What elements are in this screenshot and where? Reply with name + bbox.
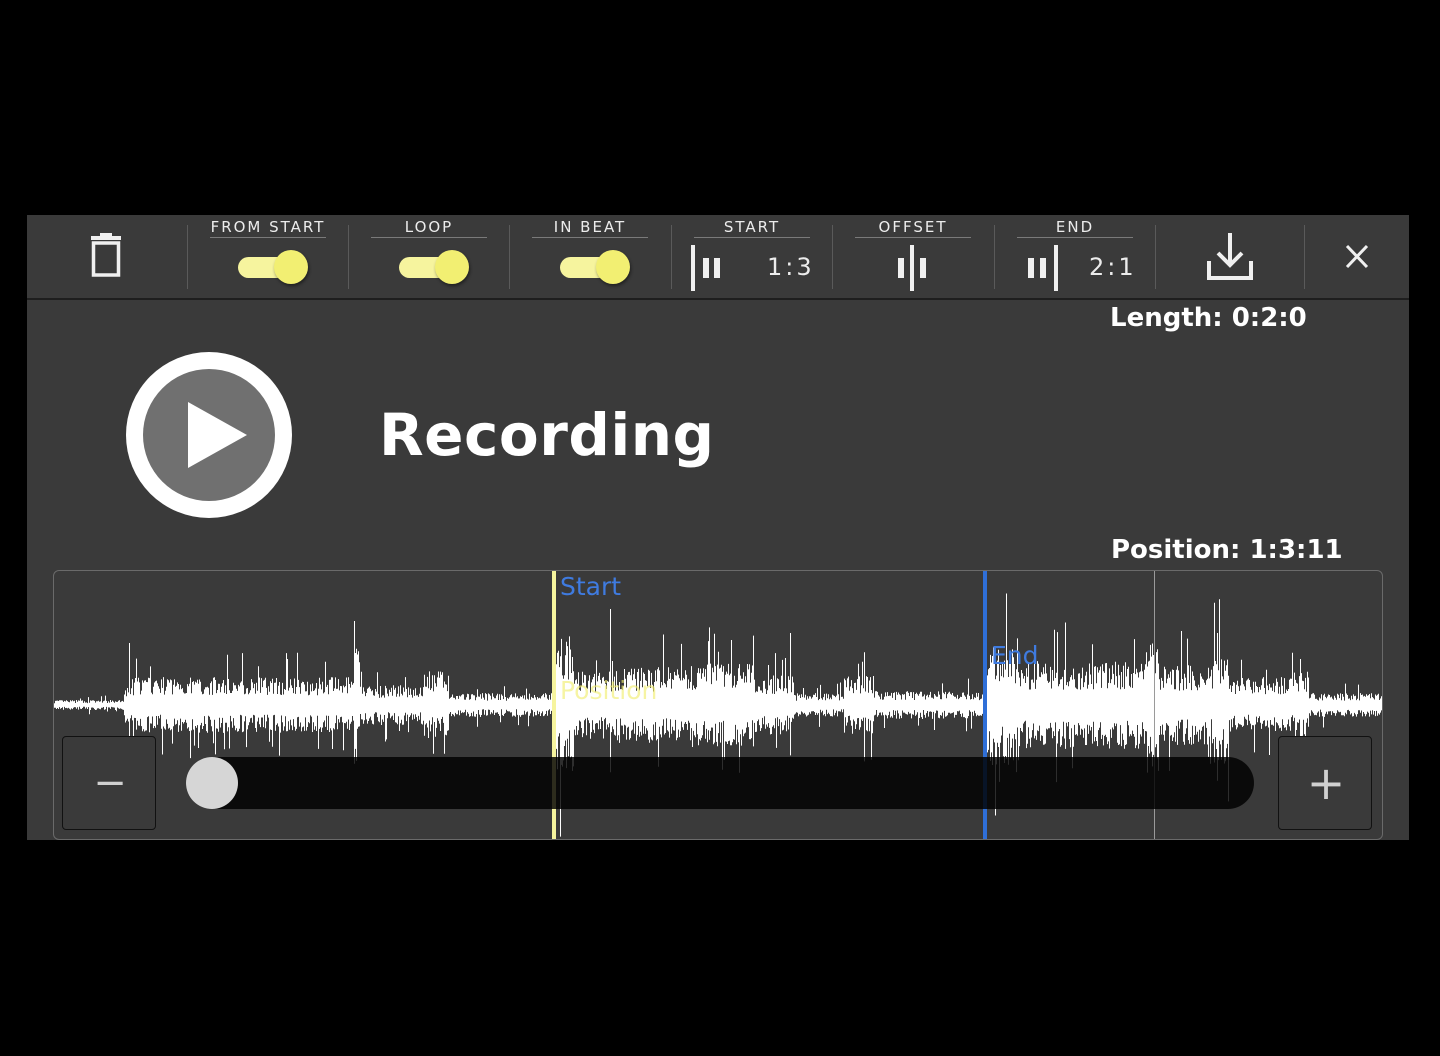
download-button[interactable]: [1190, 215, 1270, 298]
scrollbar-thumb[interactable]: [186, 757, 238, 809]
from-start-label: FROM START: [210, 218, 326, 236]
toggle-knob: [596, 250, 630, 284]
offset-label: OFFSET: [878, 218, 948, 236]
toolbar-separator: [1155, 225, 1156, 289]
start-control[interactable]: START 1:3: [672, 215, 832, 298]
zoom-out-button[interactable]: −: [62, 736, 156, 830]
waveform-baseline: [54, 703, 1382, 707]
toolbar: FROM START LOOP IN BEAT START 1:3 OFFSET…: [27, 215, 1409, 300]
start-value: 1:3: [767, 253, 815, 281]
end-label: END: [1055, 218, 1095, 236]
start-label: START: [723, 218, 781, 236]
play-button[interactable]: [126, 352, 292, 518]
recording-title: Recording: [379, 401, 715, 469]
end-value: 2:1: [1089, 253, 1137, 281]
toggle-knob: [274, 250, 308, 284]
in-beat-control: IN BEAT: [510, 215, 670, 298]
offset-control[interactable]: OFFSET: [833, 215, 993, 298]
end-marker-label: End: [991, 641, 1039, 670]
loop-control: LOOP: [349, 215, 509, 298]
recording-panel: FROM START LOOP IN BEAT START 1:3 OFFSET…: [27, 215, 1409, 840]
start-marker-icon: [691, 245, 720, 291]
minus-icon: −: [93, 760, 127, 806]
end-control[interactable]: END 2:1: [995, 215, 1155, 298]
in-beat-toggle[interactable]: [560, 250, 630, 284]
trash-icon: [91, 233, 121, 277]
label-underline: [694, 237, 810, 238]
end-marker-icon: [1028, 245, 1058, 291]
position-readout: Position: 1:3:11: [1111, 535, 1343, 565]
from-start-toggle[interactable]: [238, 250, 308, 284]
in-beat-label: IN BEAT: [553, 218, 627, 236]
from-start-control: FROM START: [188, 215, 348, 298]
waveform-scrollbar[interactable]: [186, 757, 1254, 809]
toggle-knob: [435, 250, 469, 284]
plus-icon: +: [1306, 756, 1346, 810]
zoom-in-button[interactable]: +: [1278, 736, 1372, 830]
label-underline: [371, 237, 487, 238]
label-underline: [1017, 237, 1133, 238]
play-icon: [188, 402, 247, 468]
close-button[interactable]: [1317, 215, 1397, 298]
close-icon: [1345, 244, 1369, 269]
start-marker-label: Start: [560, 572, 622, 601]
delete-button[interactable]: [67, 215, 147, 298]
position-marker-label: Position: [560, 676, 658, 705]
loop-label: LOOP: [404, 218, 454, 236]
label-underline: [210, 237, 326, 238]
download-icon: [1207, 233, 1253, 280]
label-underline: [532, 237, 648, 238]
play-button-face: [143, 369, 275, 501]
waveform-view[interactable]: Start End Position − +: [53, 570, 1383, 840]
label-underline: [855, 237, 971, 238]
loop-toggle[interactable]: [399, 250, 469, 284]
toolbar-separator: [1304, 225, 1305, 289]
length-readout: Length: 0:2:0: [1110, 303, 1307, 333]
offset-marker-icon: [898, 245, 926, 291]
